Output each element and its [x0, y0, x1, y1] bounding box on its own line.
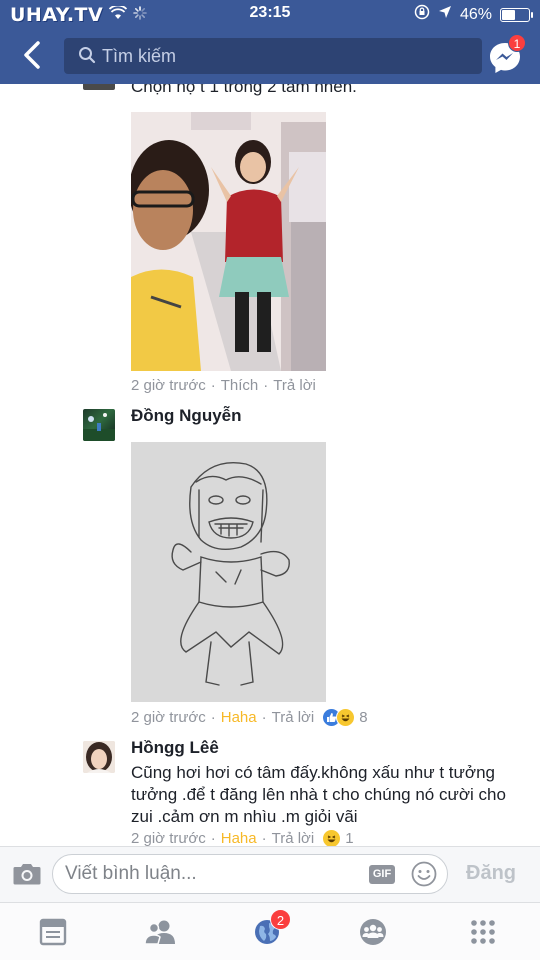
messenger-button[interactable]: 1 — [488, 34, 526, 74]
comment-photo-drawing[interactable] — [131, 442, 326, 702]
meta-separator: · — [261, 709, 267, 726]
search-bar[interactable] — [64, 38, 482, 74]
search-input[interactable] — [102, 42, 462, 70]
post-button[interactable]: Đăng — [466, 862, 516, 885]
tab-friend-requests[interactable] — [144, 917, 176, 949]
reply-link[interactable]: Trả lời — [273, 377, 316, 394]
reactions-count: 1 — [345, 830, 354, 846]
selfie-photo-image — [131, 112, 326, 371]
reply-link[interactable]: Trả lời — [272, 830, 315, 846]
meta-separator: · — [210, 830, 216, 846]
navbar: 1 — [0, 32, 540, 78]
reaction-summary[interactable]: 8 — [322, 708, 368, 727]
comments-thread: Chọn nọ t 1 trong 2 tấm nhen. 2 giờ trướ… — [0, 84, 540, 846]
camera-button[interactable] — [12, 861, 42, 887]
reaction-summary[interactable]: 1 — [322, 829, 354, 846]
search-icon — [78, 46, 96, 69]
header: UHAY.TV 23:15 46% Tìm kiếm 1 — [0, 0, 540, 84]
comment-input-box[interactable]: GIF — [52, 854, 448, 894]
smiley-icon — [411, 861, 437, 887]
avatar[interactable] — [83, 741, 115, 773]
haha-reaction-icon — [336, 708, 356, 727]
tab-groups[interactable] — [358, 917, 390, 949]
groups-icon — [360, 919, 386, 945]
meta-separator: · — [261, 830, 267, 846]
location-arrow-icon — [438, 5, 452, 24]
comment-meta: 2 giờ trước · Haha · Trả lời 8 — [131, 708, 368, 727]
status-right: 46% — [414, 4, 533, 25]
grid-menu-icon — [471, 920, 495, 944]
reply-link[interactable]: Trả lời — [272, 709, 315, 726]
haha-reaction-link[interactable]: Haha — [221, 830, 257, 846]
back-button[interactable] — [18, 38, 48, 72]
reactions-count: 8 — [359, 709, 368, 726]
news-feed-icon — [39, 918, 67, 946]
comment-time: 2 giờ trước — [131, 709, 206, 726]
haha-reaction-icon — [322, 829, 342, 846]
tab-more-menu[interactable] — [468, 917, 500, 949]
avatar-image — [83, 413, 115, 441]
meta-separator: · — [263, 377, 269, 394]
meta-separator: · — [210, 709, 216, 726]
haha-reaction-link[interactable]: Haha — [221, 709, 257, 726]
notifications-badge: 2 — [270, 909, 291, 930]
battery-icon — [500, 7, 533, 22]
tab-news-feed[interactable] — [38, 917, 70, 949]
comment-composer: GIF Đăng — [0, 846, 540, 902]
avatar[interactable] — [83, 84, 115, 90]
camera-icon — [13, 864, 41, 885]
comment-time: 2 giờ trước — [131, 830, 206, 846]
orientation-lock-icon — [414, 4, 430, 25]
comment-author[interactable]: Đồng Nguyễn — [131, 406, 242, 426]
status-bar: UHAY.TV 23:15 46% — [0, 0, 540, 28]
comment-time: 2 giờ trước — [131, 377, 206, 394]
like-link[interactable]: Thích — [221, 377, 259, 394]
comment-text: Cũng hơi hơi có tâm đấy.không xấu như t … — [131, 763, 506, 826]
comment-text: Chọn nọ t 1 trong 2 tấm nhen. — [131, 84, 357, 96]
avatar-image — [83, 741, 115, 773]
meta-separator: · — [210, 377, 216, 394]
friends-icon — [144, 920, 175, 945]
avatar[interactable] — [83, 409, 115, 441]
comment-meta: 2 giờ trước · Thích · Trả lời — [131, 377, 316, 394]
comment-photo-selfie[interactable] — [131, 112, 326, 371]
comment-meta: 2 giờ trước · Haha · Trả lời 1 — [131, 829, 354, 846]
messenger-badge: 1 — [508, 34, 526, 52]
sketch-drawing-image — [131, 442, 326, 702]
gif-button[interactable]: GIF — [369, 865, 395, 884]
battery-percent: 46% — [459, 5, 492, 23]
emoji-button[interactable] — [411, 861, 437, 887]
chevron-left-icon — [24, 41, 40, 69]
bottom-tab-bar: 2 — [0, 902, 540, 960]
comment-input[interactable] — [65, 861, 365, 887]
tab-notifications[interactable]: 2 — [252, 909, 291, 949]
comment-author[interactable]: Hồngg Lêê — [131, 738, 219, 758]
